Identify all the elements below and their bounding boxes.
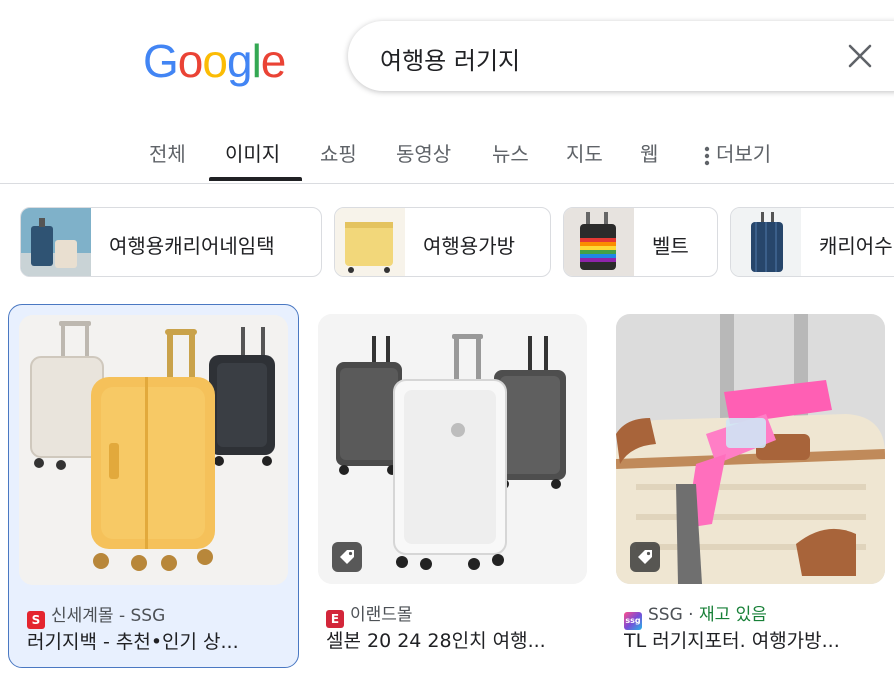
chip-thumbnail xyxy=(731,208,801,276)
chip-nametag[interactable]: 여행용캐리어네임택 xyxy=(20,207,322,277)
chip-carrier[interactable]: 캐리어수 xyxy=(730,207,894,277)
logo-letter: g xyxy=(226,35,253,87)
tab-shopping[interactable]: 쇼핑 xyxy=(320,138,357,167)
chip-thumbnail xyxy=(335,208,405,276)
logo-letter: o xyxy=(202,35,228,87)
search-box[interactable]: 여행용 러기지 xyxy=(348,21,894,91)
logo-letter: G xyxy=(143,35,179,87)
result-source: E 이랜드몰 xyxy=(326,600,413,628)
tab-more[interactable]: 더보기 xyxy=(704,138,771,167)
logo-letter: e xyxy=(260,35,287,87)
search-input[interactable]: 여행용 러기지 xyxy=(380,41,520,76)
tab-images[interactable]: 이미지 xyxy=(225,138,280,167)
more-vert-icon xyxy=(704,146,710,165)
product-tag-badge xyxy=(630,542,660,572)
result-image[interactable] xyxy=(19,315,288,585)
tab-videos[interactable]: 동영상 xyxy=(396,138,451,167)
chip-label: 여행용캐리어네임택 xyxy=(109,234,275,258)
image-result-3[interactable]: ssg SSG · 재고 있음 TL 러기지포터. 여행가방... xyxy=(606,304,894,668)
result-title[interactable]: 러기지백 - 추천•인기 상... xyxy=(27,627,289,654)
result-title[interactable]: TL 러기지포터. 여행가방... xyxy=(624,626,886,653)
logo-letter: l xyxy=(251,35,262,87)
clear-search-button[interactable] xyxy=(845,41,875,71)
google-logo[interactable]: Google xyxy=(143,34,287,88)
tab-maps[interactable]: 지도 xyxy=(566,138,603,167)
tag-icon xyxy=(638,550,652,564)
tab-news[interactable]: 뉴스 xyxy=(492,138,529,167)
chip-label: 여행용가방 xyxy=(423,234,515,258)
tab-all[interactable]: 전체 xyxy=(149,138,186,167)
logo-letter: o xyxy=(177,35,204,87)
result-image[interactable] xyxy=(318,314,587,584)
result-source: S 신세계몰 - SSG xyxy=(27,601,165,629)
chip-belt[interactable]: 벨트 xyxy=(563,207,718,277)
chip-thumbnail xyxy=(564,208,634,276)
stock-status: 재고 있음 xyxy=(698,605,767,625)
image-result-2[interactable]: E 이랜드몰 셀본 20 24 28인치 여행... xyxy=(308,304,599,668)
product-tag-badge xyxy=(332,542,362,572)
source-name: 신세계몰 - SSG xyxy=(51,606,166,626)
active-tab-indicator xyxy=(209,177,302,181)
result-title[interactable]: 셀본 20 24 28인치 여행... xyxy=(326,626,588,653)
chip-label: 캐리어수 xyxy=(819,234,893,258)
source-name: 이랜드몰 xyxy=(350,605,413,625)
source-name: SSG xyxy=(648,605,683,625)
search-tabs: 전체 이미지 쇼핑 동영상 뉴스 지도 웹 더보기 xyxy=(0,130,894,184)
tab-more-label: 더보기 xyxy=(716,142,772,166)
tag-icon xyxy=(340,550,354,564)
tab-web[interactable]: 웹 xyxy=(640,138,658,167)
chip-travel-bag[interactable]: 여행용가방 xyxy=(334,207,551,277)
chip-thumbnail xyxy=(21,208,91,276)
image-result-1[interactable]: S 신세계몰 - SSG 러기지백 - 추천•인기 상... xyxy=(8,304,299,668)
chip-label: 벨트 xyxy=(652,234,689,258)
close-icon xyxy=(848,44,872,68)
result-image[interactable] xyxy=(616,314,885,584)
